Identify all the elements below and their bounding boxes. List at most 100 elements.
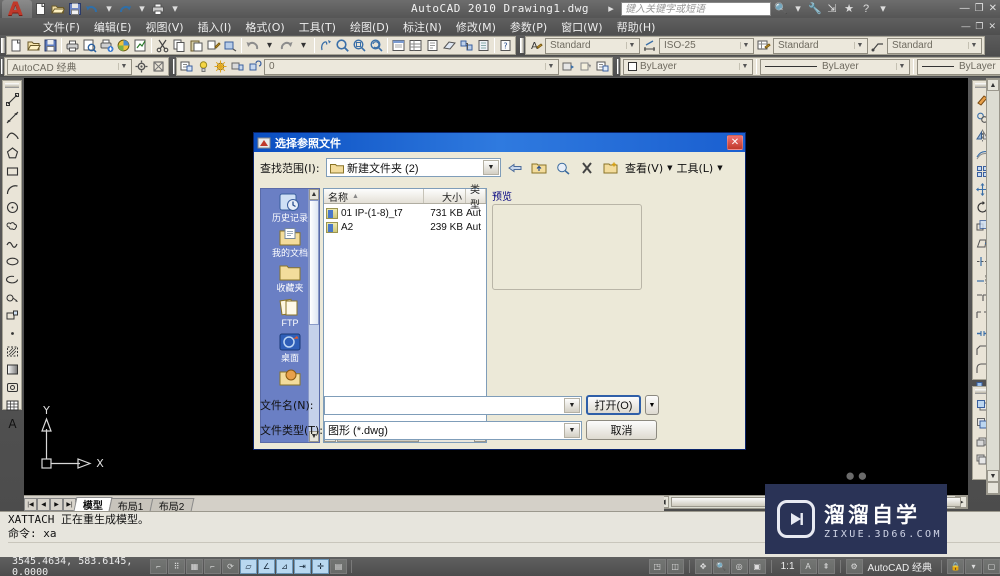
layer-state-icon[interactable] bbox=[577, 58, 594, 75]
text-style-combo[interactable]: Standard ▼ bbox=[545, 37, 640, 54]
layer-match-icon[interactable] bbox=[594, 58, 611, 75]
up-one-level-icon[interactable] bbox=[529, 158, 549, 177]
filename-input[interactable]: ▼ bbox=[324, 395, 582, 415]
back-icon[interactable] bbox=[505, 158, 525, 177]
lineweight-combo[interactable]: ByLayer ▼ bbox=[917, 58, 1000, 75]
scroll-down-button[interactable]: ▼ bbox=[987, 470, 999, 482]
menu-view[interactable]: 视图(V) bbox=[138, 18, 190, 36]
dialog-title-bar[interactable]: 选择参照文件 ✕ bbox=[254, 133, 745, 152]
canvas-vertical-scrollbar[interactable]: ▲ ▼ bbox=[986, 78, 1000, 495]
mleader-style-icon[interactable] bbox=[869, 37, 886, 54]
workspace-switching-icon[interactable]: ⚙ bbox=[845, 559, 863, 574]
chevron-down-icon[interactable]: ▼ bbox=[626, 42, 637, 49]
menu-modify[interactable]: 修改(M) bbox=[449, 18, 503, 36]
prev-tab-button[interactable]: ◀ bbox=[37, 498, 50, 511]
annotation-visibility-button[interactable]: A bbox=[799, 559, 817, 574]
markupset-icon[interactable] bbox=[458, 37, 475, 54]
clean-screen-button[interactable]: ▢ bbox=[983, 559, 1000, 574]
search-input[interactable]: 键入关键字或短语 bbox=[621, 2, 771, 16]
column-type[interactable]: 类型 bbox=[466, 185, 486, 211]
save-icon[interactable] bbox=[42, 37, 59, 54]
workspace-label[interactable]: AutoCAD 经典 bbox=[864, 559, 936, 574]
help-icon[interactable]: ? bbox=[859, 2, 873, 16]
toolbar-grip[interactable] bbox=[1, 59, 3, 74]
cut-icon[interactable] bbox=[154, 37, 171, 54]
toolbar-grip[interactable] bbox=[173, 59, 175, 74]
chevron-down-icon[interactable]: ▼ bbox=[118, 63, 129, 70]
view-menu-label[interactable]: 查看(V) bbox=[625, 160, 663, 176]
autoscale-button[interactable]: ⇞ bbox=[817, 559, 835, 574]
chevron-down-icon[interactable]: ▼ bbox=[483, 160, 499, 175]
construction-line-icon[interactable] bbox=[3, 108, 21, 126]
steering-wheel-button[interactable]: ◎ bbox=[730, 559, 748, 574]
dialog-close-button[interactable]: ✕ bbox=[727, 135, 743, 150]
menu-parametric[interactable]: 参数(P) bbox=[503, 18, 554, 36]
places-scroll-up-button[interactable]: ▲ bbox=[309, 189, 319, 200]
redo-dropdown-icon[interactable]: ▾ bbox=[295, 37, 312, 54]
undo-dropdown-icon[interactable]: ▾ bbox=[261, 37, 278, 54]
chevron-down-icon[interactable]: ▼ bbox=[564, 422, 580, 438]
zoom-realtime-icon[interactable] bbox=[334, 37, 351, 54]
dwfunderlay-icon[interactable] bbox=[475, 37, 492, 54]
delete-icon[interactable] bbox=[577, 158, 597, 177]
layer-properties-icon[interactable] bbox=[178, 58, 195, 75]
markup-icon[interactable] bbox=[132, 37, 149, 54]
look-in-combo[interactable]: 新建文件夹 (2) ▼ bbox=[326, 158, 501, 177]
menu-format[interactable]: 格式(O) bbox=[238, 18, 291, 36]
tools-dropdown-icon[interactable]: ▼ bbox=[717, 164, 722, 172]
menu-tools[interactable]: 工具(T) bbox=[292, 18, 343, 36]
chevron-down-icon[interactable]: ▼ bbox=[740, 42, 751, 49]
model-space-button[interactable]: ◳ bbox=[648, 559, 666, 574]
layer-combo[interactable]: 0 ▼ bbox=[264, 58, 559, 75]
open-icon[interactable] bbox=[25, 37, 42, 54]
showmotion-button[interactable]: ▣ bbox=[748, 559, 766, 574]
menu-edit[interactable]: 编辑(E) bbox=[87, 18, 139, 36]
qnew-icon[interactable] bbox=[8, 37, 25, 54]
scroll-up-button[interactable]: ▲ bbox=[987, 79, 999, 91]
tab-model[interactable]: 模型 bbox=[73, 497, 113, 512]
object-snap-toggle[interactable]: ▱ bbox=[240, 559, 257, 574]
rectangle-icon[interactable] bbox=[3, 162, 21, 180]
snap-mode-toggle[interactable]: ⠿ bbox=[168, 559, 185, 574]
tab-layout2[interactable]: 布局2 bbox=[149, 498, 194, 513]
matchprop-icon[interactable] bbox=[205, 37, 222, 54]
annotation-scale[interactable]: 1:1 bbox=[777, 561, 799, 572]
menu-file[interactable]: 文件(F) bbox=[36, 18, 87, 36]
color-combo[interactable]: ByLayer ▼ bbox=[623, 58, 753, 75]
toolbar-lock-button[interactable]: 🔒 bbox=[947, 559, 964, 574]
dim-style-combo[interactable]: ISO-25 ▼ bbox=[659, 37, 754, 54]
hatch-icon[interactable] bbox=[3, 342, 21, 360]
toolpalette-icon[interactable] bbox=[424, 37, 441, 54]
workspace-lock-icon[interactable] bbox=[150, 58, 167, 75]
layer-freeze-icon[interactable] bbox=[212, 58, 229, 75]
dynamic-input-toggle[interactable]: ✛ bbox=[312, 559, 329, 574]
ellipse-icon[interactable] bbox=[3, 252, 21, 270]
ortho-mode-toggle[interactable]: ⌐ bbox=[204, 559, 221, 574]
point-icon[interactable] bbox=[3, 324, 21, 342]
quick-view-layouts-button[interactable]: ◫ bbox=[666, 559, 684, 574]
doc-restore-button[interactable]: ❐ bbox=[975, 21, 983, 32]
dim-style-icon[interactable] bbox=[641, 37, 658, 54]
layer-previous-icon[interactable] bbox=[560, 58, 577, 75]
list-item[interactable]: 01 IP-(1-8)_t7 731 KB Aut bbox=[324, 206, 486, 220]
plot-icon[interactable] bbox=[64, 37, 81, 54]
dynamic-ucs-toggle[interactable]: ⇥ bbox=[294, 559, 311, 574]
column-name[interactable]: 名称 ▲ bbox=[324, 189, 424, 204]
toolbar-grip[interactable] bbox=[5, 83, 19, 88]
help-icon[interactable]: ? bbox=[497, 37, 514, 54]
polyline-icon[interactable] bbox=[3, 126, 21, 144]
places-scroll-thumb[interactable] bbox=[309, 200, 319, 325]
chevron-down-icon[interactable]: ▼ bbox=[854, 42, 865, 49]
allow-ucs-toggle[interactable]: ⊿ bbox=[276, 559, 293, 574]
chevron-down-icon[interactable]: ▼ bbox=[739, 63, 750, 70]
polar-tracking-toggle[interactable]: ⟳ bbox=[222, 559, 239, 574]
circle-icon[interactable] bbox=[3, 198, 21, 216]
linetype-combo[interactable]: ByLayer ▼ bbox=[760, 58, 910, 75]
list-item[interactable]: A2 239 KB Aut bbox=[324, 220, 486, 234]
chevron-down-icon[interactable]: ▼ bbox=[896, 63, 907, 70]
toolbar-grip[interactable] bbox=[1, 38, 5, 53]
ellipse-arc-icon[interactable] bbox=[3, 270, 21, 288]
table-style-combo[interactable]: Standard ▼ bbox=[773, 37, 868, 54]
workspace-settings-icon[interactable] bbox=[133, 58, 150, 75]
mleader-style-combo[interactable]: Standard ▼ bbox=[887, 37, 982, 54]
